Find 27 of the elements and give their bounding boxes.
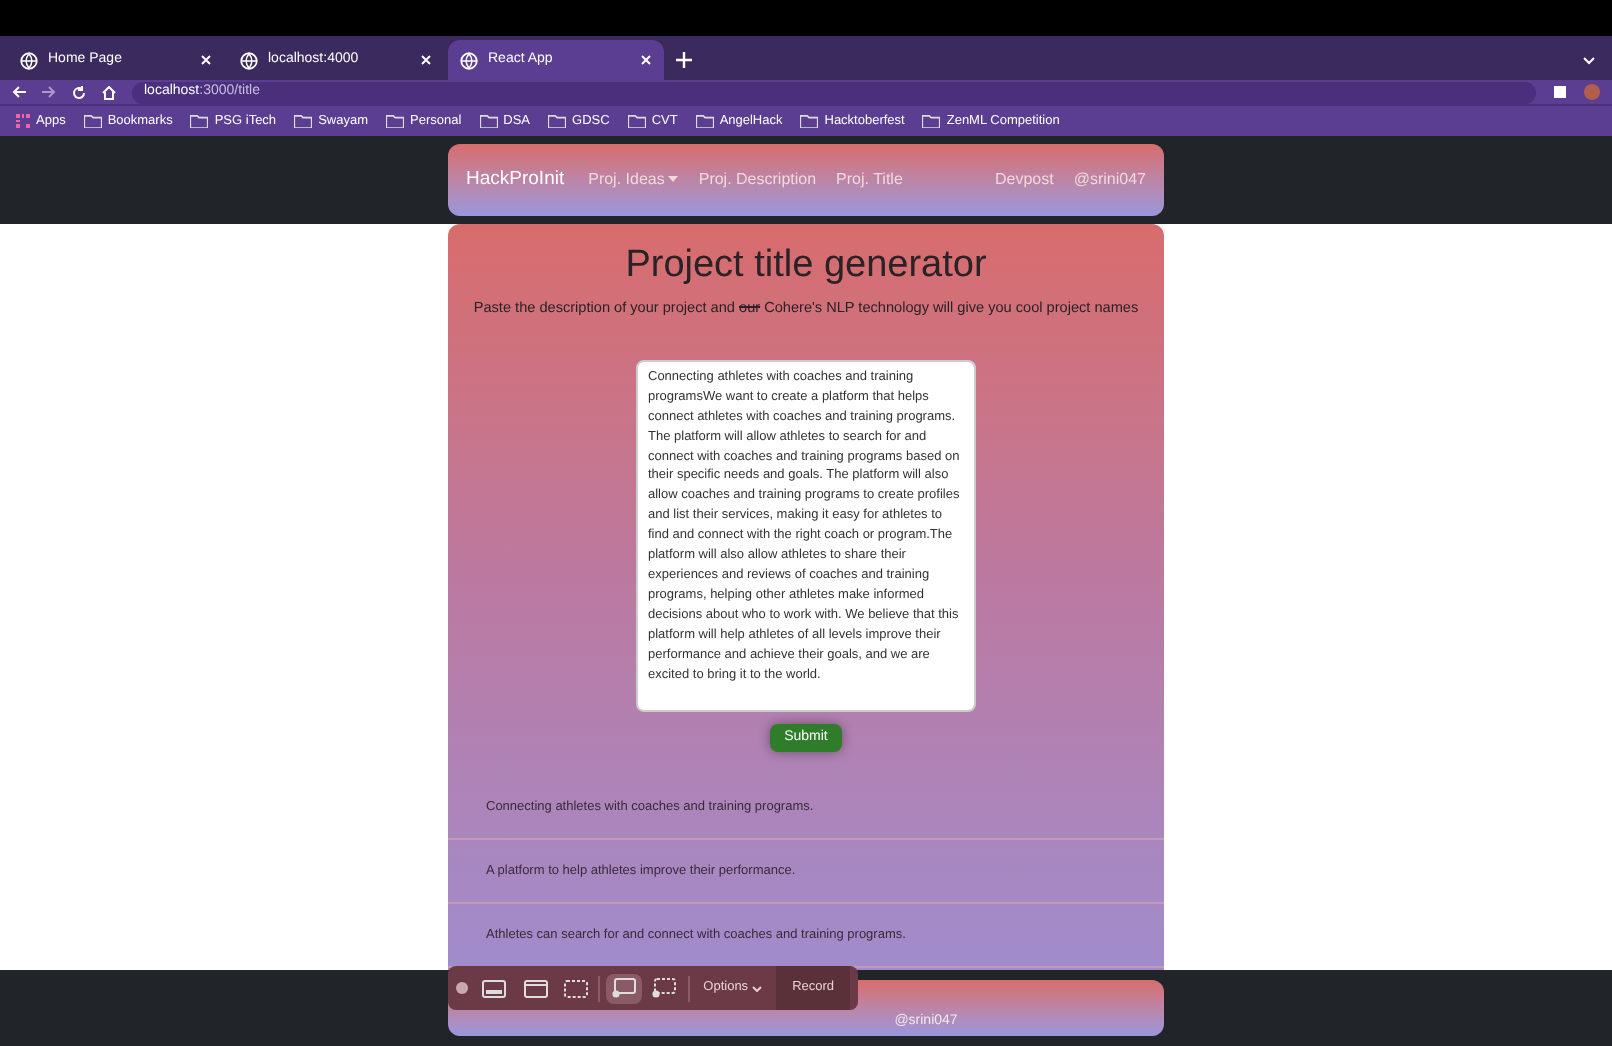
forward-icon[interactable] [42,86,56,98]
page-title: Project title generator [625,242,987,290]
record-selection-icon[interactable] [647,973,682,1003]
folder-icon [386,114,404,128]
home-icon[interactable] [102,85,116,99]
chevron-down-icon [752,985,763,991]
folder-icon [548,114,567,128]
folder-icon [190,114,209,128]
folder-icon [800,114,819,128]
folder-icon [294,114,313,128]
reload-icon[interactable] [72,85,86,99]
folder-icon [695,114,714,128]
back-icon[interactable] [12,86,26,98]
close-icon[interactable] [200,54,212,66]
globe-icon [460,51,478,69]
folder-icon [627,114,646,128]
folder-icon [479,114,498,128]
folder-icon [83,114,102,128]
globe-icon [240,51,258,69]
record-screen-icon[interactable] [606,973,641,1003]
close-icon[interactable] [640,54,652,66]
new-tab-icon[interactable] [676,52,692,68]
chevron-down-icon[interactable] [1582,56,1596,66]
globe-icon [20,51,38,69]
folder-icon [922,114,941,128]
close-icon[interactable] [420,54,432,66]
apps-grid-icon [16,114,30,128]
